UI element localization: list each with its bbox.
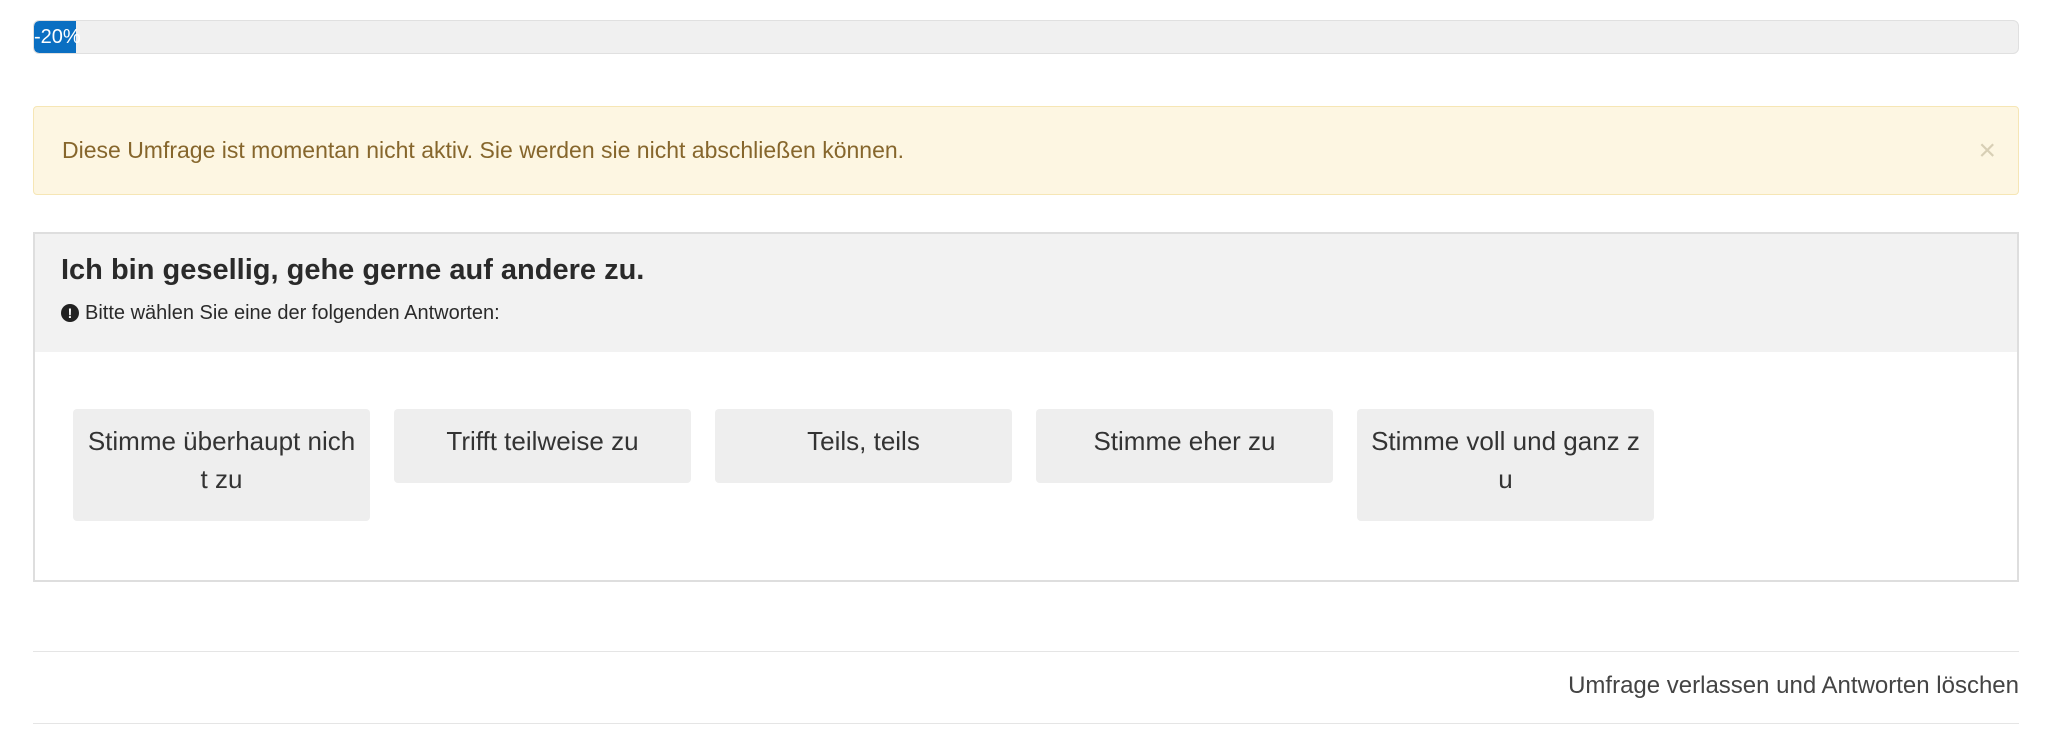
answer-strongly-disagree[interactable]: Stimme überhaupt nicht zu bbox=[73, 409, 370, 521]
inactive-survey-alert: Diese Umfrage ist momentan nicht aktiv. … bbox=[33, 106, 2019, 195]
question-header: Ich bin gesellig, gehe gerne auf andere … bbox=[35, 234, 2017, 352]
answer-partly-agree[interactable]: Trifft teilweise zu bbox=[394, 409, 691, 483]
answer-options: Stimme überhaupt nicht zu Trifft teilwei… bbox=[73, 409, 1654, 521]
exit-survey-link[interactable]: Umfrage verlassen und Antworten löschen bbox=[1568, 672, 2019, 700]
exclamation-circle-icon: ! bbox=[61, 304, 79, 323]
alert-message: Diese Umfrage ist momentan nicht aktiv. … bbox=[62, 137, 905, 163]
answer-neutral[interactable]: Teils, teils bbox=[715, 409, 1012, 483]
question-panel: Ich bin gesellig, gehe gerne auf andere … bbox=[33, 232, 2019, 582]
hint-text: Bitte wählen Sie eine der folgenden Antw… bbox=[85, 301, 500, 324]
answer-rather-agree[interactable]: Stimme eher zu bbox=[1036, 409, 1333, 483]
progress-bar: -20% bbox=[33, 20, 2019, 54]
progress-label: -20% bbox=[34, 26, 81, 48]
answer-strongly-agree[interactable]: Stimme voll und ganz zu bbox=[1357, 409, 1654, 521]
question-title: Ich bin gesellig, gehe gerne auf andere … bbox=[61, 254, 645, 286]
progress-bar-fill: -20% bbox=[34, 21, 81, 53]
question-hint: ! Bitte wählen Sie eine der folgenden An… bbox=[61, 302, 1991, 325]
close-icon[interactable]: × bbox=[1978, 135, 1996, 166]
survey-page: -20% Diese Umfrage ist momentan nicht ak… bbox=[0, 0, 2048, 735]
footer-divider-top bbox=[33, 651, 2019, 652]
footer-divider-bottom bbox=[33, 723, 2019, 724]
